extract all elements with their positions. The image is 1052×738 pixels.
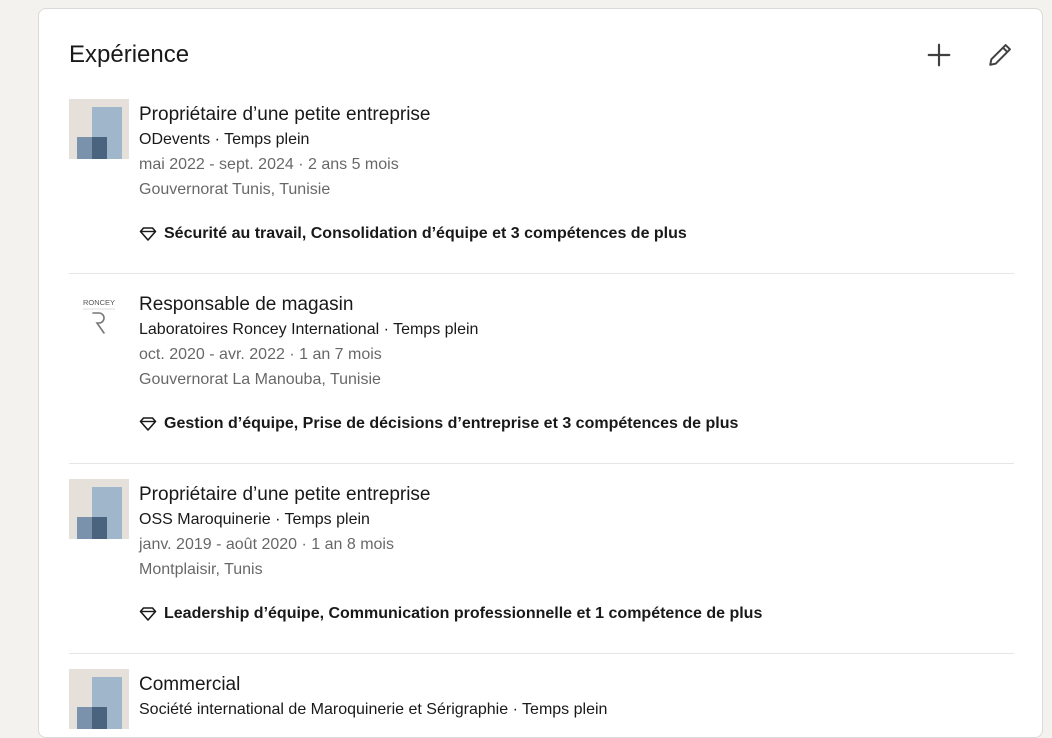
plus-icon: [927, 43, 951, 67]
job-title[interactable]: Propriétaire d’une petite entreprise: [139, 103, 1009, 127]
company-logo[interactable]: RONCEY: [69, 289, 129, 349]
company-name: ODevents · Temps plein: [139, 131, 310, 148]
section-title: Expérience: [69, 41, 190, 68]
job-title[interactable]: Commercial: [139, 673, 1009, 697]
skills-text: Gestion d’équipe, Prise de décisions d’e…: [164, 415, 739, 432]
add-experience-button[interactable]: [919, 35, 959, 75]
skills-link[interactable]: Sécurité au travail, Consolidation d’équ…: [139, 225, 1009, 243]
divider: [69, 463, 1014, 464]
diamond-icon: [139, 416, 159, 432]
company-logo[interactable]: [69, 479, 129, 539]
date-range: janv. 2019 - août 2020 · 1 an 8 mois: [139, 536, 394, 553]
company-name: OSS Maroquinerie · Temps plein: [139, 511, 370, 528]
pencil-icon: [989, 44, 1011, 66]
date-range: mai 2022 - sept. 2024 · 2 ans 5 mois: [139, 156, 399, 173]
location: Montplaisir, Tunis: [139, 561, 263, 578]
date-range: oct. 2020 - avr. 2022 · 1 an 7 mois: [139, 346, 382, 363]
skills-link[interactable]: Leadership d’équipe, Communication profe…: [139, 605, 1009, 623]
company-name: Société international de Maroquinerie et…: [139, 701, 608, 718]
company-name: Laboratoires Roncey International · Temp…: [139, 321, 479, 338]
skills-text: Leadership d’équipe, Communication profe…: [164, 605, 763, 622]
experience-card: Expérience Propriétaire d’une petite ent…: [38, 8, 1043, 738]
edit-experience-button[interactable]: [980, 35, 1020, 75]
divider: [69, 273, 1014, 274]
diamond-icon: [139, 606, 159, 622]
diamond-icon: [139, 226, 159, 242]
roncey-logo-text: RONCEY: [83, 298, 115, 307]
job-title[interactable]: Responsable de magasin: [139, 293, 1009, 317]
skills-text: Sécurité au travail, Consolidation d’équ…: [164, 225, 687, 242]
location: Gouvernorat Tunis, Tunisie: [139, 181, 331, 198]
job-title[interactable]: Propriétaire d’une petite entreprise: [139, 483, 1009, 507]
divider: [69, 653, 1014, 654]
company-logo[interactable]: [69, 669, 129, 729]
skills-link[interactable]: Gestion d’équipe, Prise de décisions d’e…: [139, 415, 1009, 433]
location: Gouvernorat La Manouba, Tunisie: [139, 371, 381, 388]
company-logo[interactable]: [69, 99, 129, 159]
